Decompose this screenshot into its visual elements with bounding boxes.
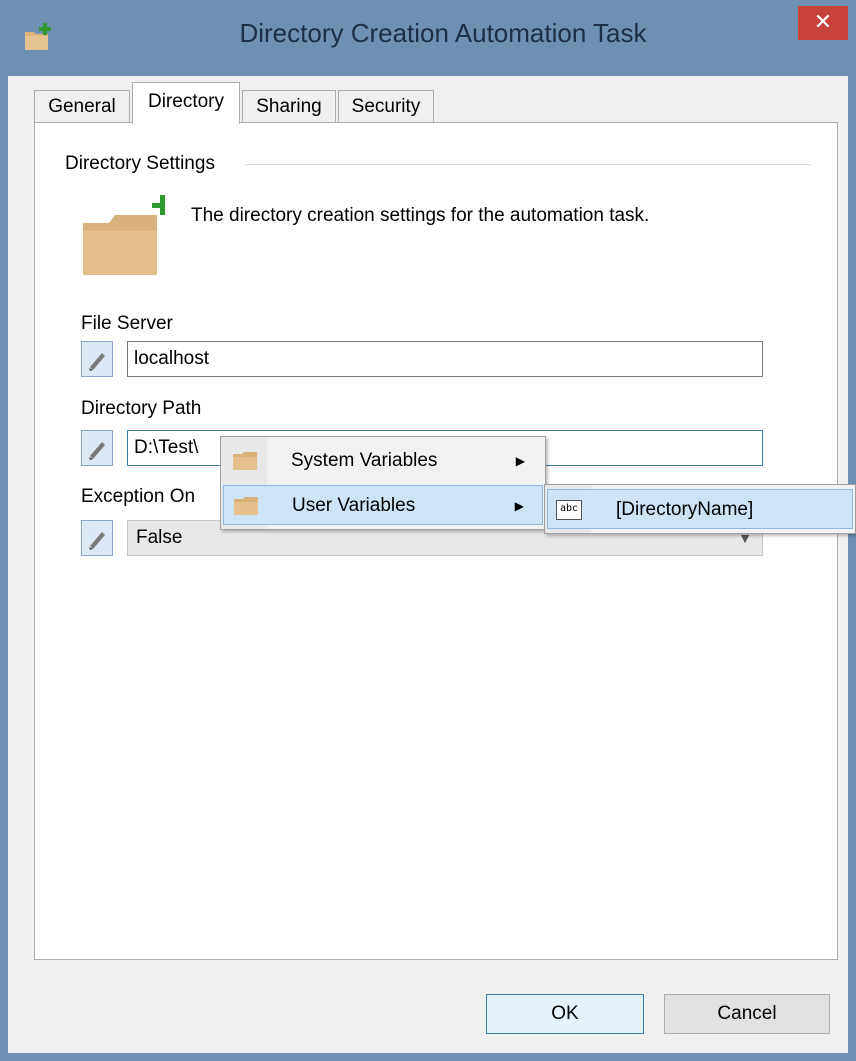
title-bar[interactable]: Directory Creation Automation Task ✕ [0,0,856,75]
menu-item-directory-name[interactable]: abc [DirectoryName] [547,489,853,529]
section-title: Directory Settings [65,153,215,174]
directory-path-edit-button[interactable] [81,430,113,466]
submenu-arrow-icon: ▶ [515,454,525,468]
tab-sharing[interactable]: Sharing [242,90,336,122]
submenu-arrow-icon: ▶ [514,499,524,513]
variables-context-menu: System Variables ▶ User Variables ▶ [220,436,546,530]
tab-general[interactable]: General [34,90,130,122]
folder-icon [234,497,258,515]
folder-add-icon [83,195,165,275]
ok-button[interactable]: OK [486,994,644,1034]
exception-on-value: False [136,527,183,548]
exception-on-label: Exception On [81,486,196,507]
section-divider [245,164,811,165]
user-variables-submenu: abc [DirectoryName] [544,484,856,534]
file-server-label: File Server [81,313,173,334]
pencil-icon [89,442,105,460]
cancel-button[interactable]: Cancel [664,994,830,1034]
directory-tab-page: Directory Settings The directory creatio… [34,122,838,960]
exception-on-edit-button[interactable] [81,520,113,556]
section-description: The directory creation settings for the … [191,205,650,226]
window-title: Directory Creation Automation Task [239,18,647,48]
folder-icon [233,452,257,470]
close-button[interactable]: ✕ [798,6,848,40]
menu-item-label: [DirectoryName] [616,499,754,520]
menu-item-system-variables[interactable]: System Variables ▶ [223,441,543,481]
menu-item-label: System Variables [291,450,438,471]
file-server-edit-button[interactable] [81,341,113,377]
menu-item-label: User Variables [292,495,416,516]
client-area: General Directory Sharing Security Direc… [8,76,848,1053]
menu-item-user-variables[interactable]: User Variables ▶ [223,485,543,525]
directory-path-label: Directory Path [81,398,202,419]
pencil-icon [89,532,105,550]
file-server-input[interactable]: localhost [127,341,763,377]
text-variable-icon: abc [556,500,582,520]
pencil-icon [89,353,105,371]
tab-security[interactable]: Security [338,90,434,122]
tab-directory[interactable]: Directory [132,82,240,124]
